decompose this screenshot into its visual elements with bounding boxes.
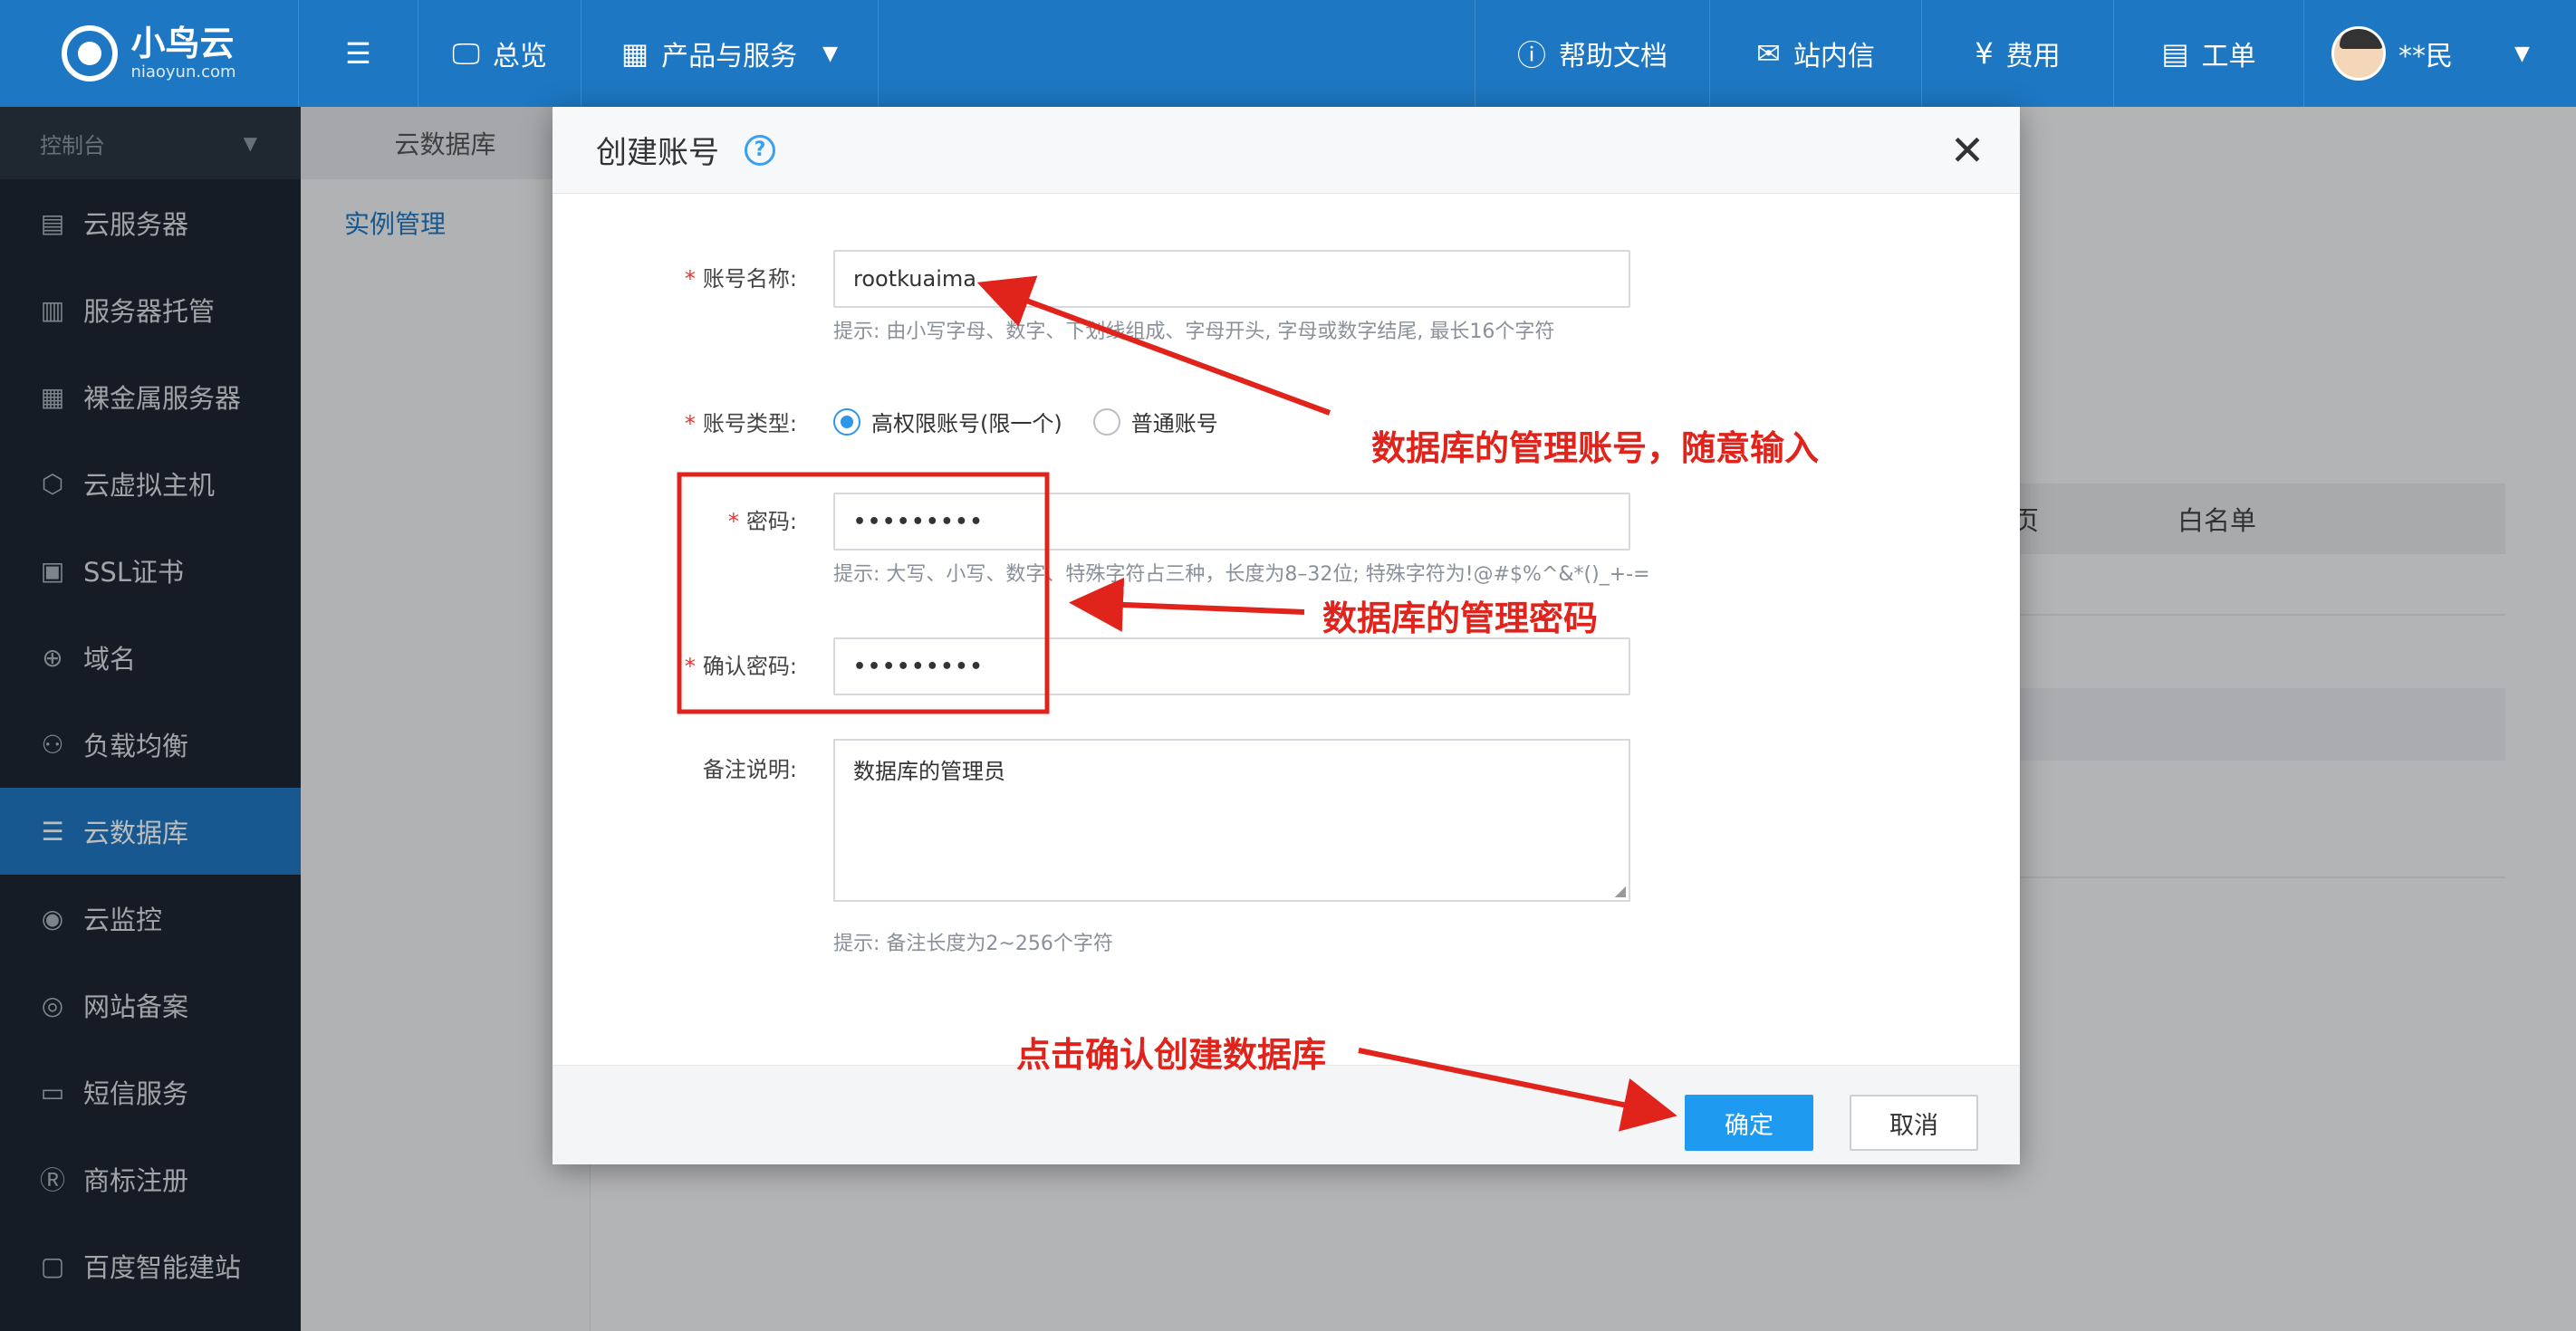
bird-logo-icon (62, 25, 119, 81)
dialog-header: 创建账号 ? ✕ (553, 107, 2020, 194)
account-name-hint: 提示: 由小写字母、数字、下划线组成、字母开头, 字母或数字结尾, 最长16个字… (833, 321, 1555, 343)
required-mark: * (684, 266, 696, 292)
confirm-button[interactable]: 确定 (1685, 1095, 1813, 1151)
radio-high-privilege[interactable] (833, 407, 860, 436)
password-input[interactable]: ••••••••• (833, 493, 1630, 551)
mail-icon: ✉ (1756, 36, 1781, 71)
remark-hint: 提示: 备注长度为2~256个字符 (833, 933, 1113, 955)
confirm-password-label: * 确认密码: (684, 654, 797, 679)
create-account-dialog: 创建账号 ? ✕ * 账号名称: rootkuaima 提示: 由小写字母、数字、… (553, 107, 2020, 1164)
chevron-down-icon: ▼ (2514, 42, 2530, 65)
radio-high-privilege-label[interactable]: 高权限账号(限一个) (871, 406, 1062, 437)
remark-text: 数据库的管理员 (853, 759, 1005, 784)
required-mark: * (727, 509, 739, 534)
account-name-input[interactable]: rootkuaima (833, 250, 1630, 308)
radio-normal-account-label[interactable]: 普通账号 (1131, 406, 1218, 437)
account-name-label: * 账号名称: (684, 266, 797, 292)
question-circle-icon: ⓘ (1516, 38, 1546, 72)
grid-icon: ▦ (620, 36, 649, 71)
brand-domain: niaoyun.com (130, 62, 236, 81)
account-type-label: * 账号类型: (684, 411, 797, 436)
password-label: * 密码: (727, 509, 797, 534)
nav-tickets-label: 工单 (2201, 41, 2256, 72)
nav-help-docs-label: 帮助文档 (1559, 41, 1668, 72)
radio-normal-account[interactable] (1092, 407, 1120, 436)
menu-toggle-button[interactable]: ☰ (299, 0, 418, 107)
monitor-icon: 🖵 (452, 35, 480, 71)
nav-tickets[interactable]: ▤ 工单 (2114, 0, 2304, 107)
nav-products-dropdown[interactable]: ▦ 产品与服务 ▼ (582, 0, 879, 107)
brand-name: 小鸟云 (130, 24, 235, 64)
annotation-confirm: 点击确认创建数据库 (1016, 1035, 1327, 1075)
brand-logo[interactable]: 小鸟云 niaoyun.com (0, 0, 299, 107)
nav-messages[interactable]: ✉ 站内信 (1710, 0, 1922, 107)
annotation-account: 数据库的管理账号，随意输入 (1371, 428, 1820, 468)
nav-fees-label: 费用 (2005, 41, 2061, 72)
confirm-password-input[interactable]: ••••••••• (833, 637, 1630, 695)
nav-overview[interactable]: 🖵 总览 (418, 0, 582, 107)
nav-fees[interactable]: ¥ 费用 (1922, 0, 2114, 107)
required-mark: * (684, 411, 696, 436)
nav-products-label: 产品与服务 (661, 41, 798, 72)
document-list-icon: ▤ (2161, 36, 2189, 71)
nav-messages-label: 站内信 (1793, 41, 1875, 72)
chevron-down-icon: ▼ (822, 42, 839, 65)
dialog-footer: 确定 取消 (553, 1065, 2020, 1164)
resize-handle-icon[interactable]: ◢ (1615, 882, 1626, 899)
account-type-radio-group: 高权限账号(限一个) 普通账号 (833, 406, 1218, 437)
menu-toggle-icon: ☰ (345, 36, 371, 71)
user-name: **民 (2398, 41, 2453, 72)
cancel-button[interactable]: 取消 (1850, 1095, 1978, 1151)
annotation-password: 数据库的管理密码 (1322, 598, 1599, 638)
dialog-title: 创建账号 (596, 135, 719, 171)
close-icon[interactable]: ✕ (1946, 129, 1989, 172)
top-navigation-bar: 小鸟云 niaoyun.com ☰ 🖵 总览 ▦ 产品与服务 ▼ ⓘ 帮助文档 … (0, 0, 2576, 107)
remark-textarea[interactable]: 数据库的管理员 ◢ (833, 739, 1630, 902)
yen-circle-icon: ¥ (1975, 36, 1994, 71)
nav-overview-label: 总览 (492, 41, 547, 72)
nav-help-docs[interactable]: ⓘ 帮助文档 (1475, 0, 1710, 107)
help-icon[interactable]: ? (745, 134, 775, 166)
required-mark: * (684, 654, 696, 679)
password-hint: 提示: 大写、小写、数字、特殊字符占三种，长度为8–32位; 特殊字符为!@#$… (833, 563, 1650, 586)
remark-label: 备注说明: (702, 757, 797, 782)
user-menu[interactable]: **民 ▼ (2304, 0, 2576, 107)
avatar (2331, 26, 2386, 81)
